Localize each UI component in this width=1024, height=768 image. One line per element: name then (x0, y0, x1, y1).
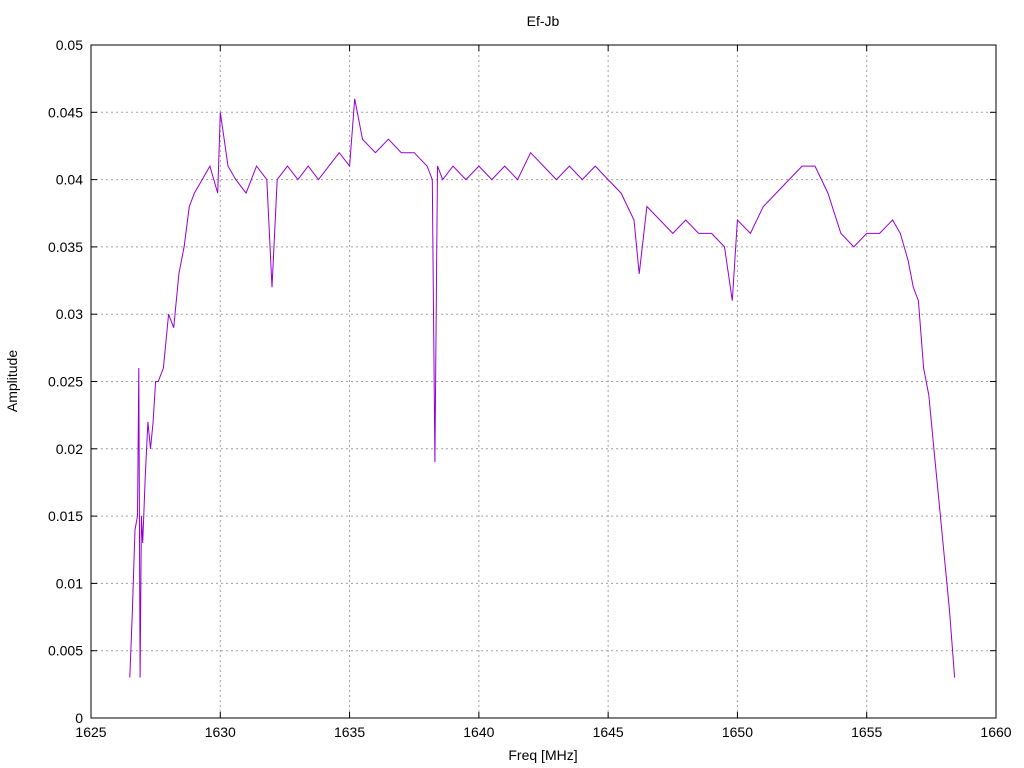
x-tick-label: 1635 (334, 724, 365, 740)
y-tick-label: 0.015 (48, 508, 83, 524)
x-tick-label: 1625 (75, 724, 106, 740)
x-tick-labels: 1625 1630 1635 1640 1645 1650 1655 1660 (75, 724, 1011, 740)
x-tick-label: 1660 (980, 724, 1011, 740)
y-tick-label: 0.045 (48, 104, 83, 120)
x-tick-label: 1650 (722, 724, 753, 740)
y-tick-label: 0 (75, 710, 83, 726)
y-tick-label: 0.005 (48, 643, 83, 659)
x-tick-label: 1655 (851, 724, 882, 740)
y-tick-label: 0.01 (56, 575, 83, 591)
x-tick-label: 1640 (463, 724, 494, 740)
y-tick-label: 0.025 (48, 374, 83, 390)
y-tick-label: 0.03 (56, 306, 83, 322)
x-axis-title: Freq [MHz] (508, 747, 577, 763)
y-tick-label: 0.035 (48, 239, 83, 255)
grid-lines (91, 45, 996, 718)
chart-title: Ef-Jb (527, 13, 560, 29)
x-tick-label: 1645 (593, 724, 624, 740)
y-tick-label: 0.05 (56, 37, 83, 53)
y-tick-labels: 0 0.005 0.01 0.015 0.02 0.025 0.03 0.035 0.04 0.0… (48, 37, 83, 726)
y-axis-title: Amplitude (4, 350, 20, 412)
x-tick-label: 1630 (205, 724, 236, 740)
y-tick-label: 0.02 (56, 441, 83, 457)
chart-plot: 1625 1630 1635 1640 1645 1650 1655 1660 00.0050… (4, 13, 1012, 763)
series-line (129, 98, 956, 678)
y-tick-label: 0.04 (56, 172, 83, 188)
